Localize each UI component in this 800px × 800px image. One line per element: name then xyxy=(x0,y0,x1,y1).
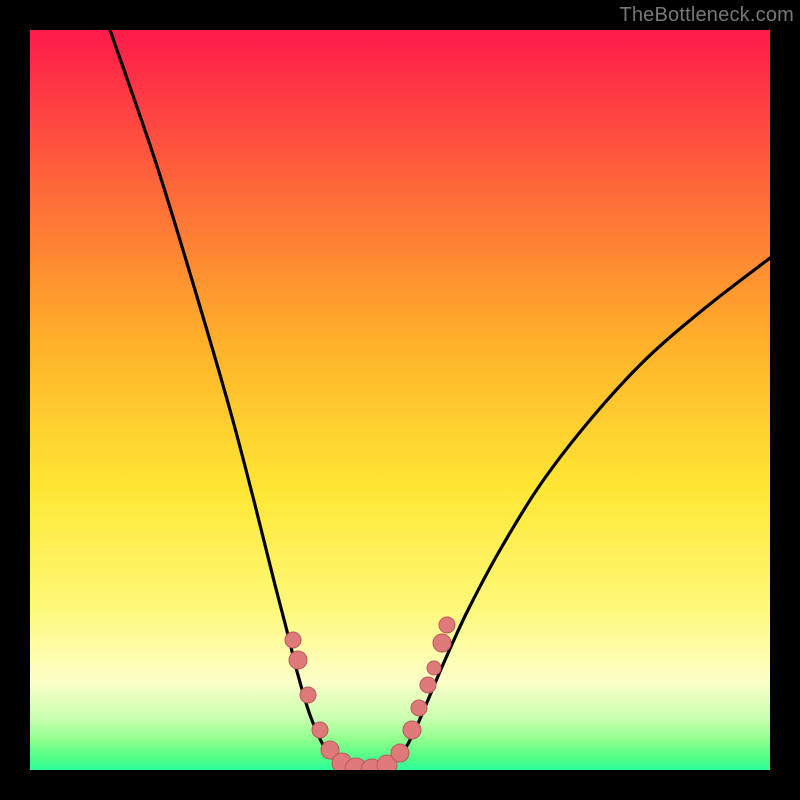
chart-frame xyxy=(30,30,770,770)
gradient-rect xyxy=(30,30,770,770)
gradient-background xyxy=(30,30,770,770)
watermark-text: TheBottleneck.com xyxy=(619,4,794,27)
